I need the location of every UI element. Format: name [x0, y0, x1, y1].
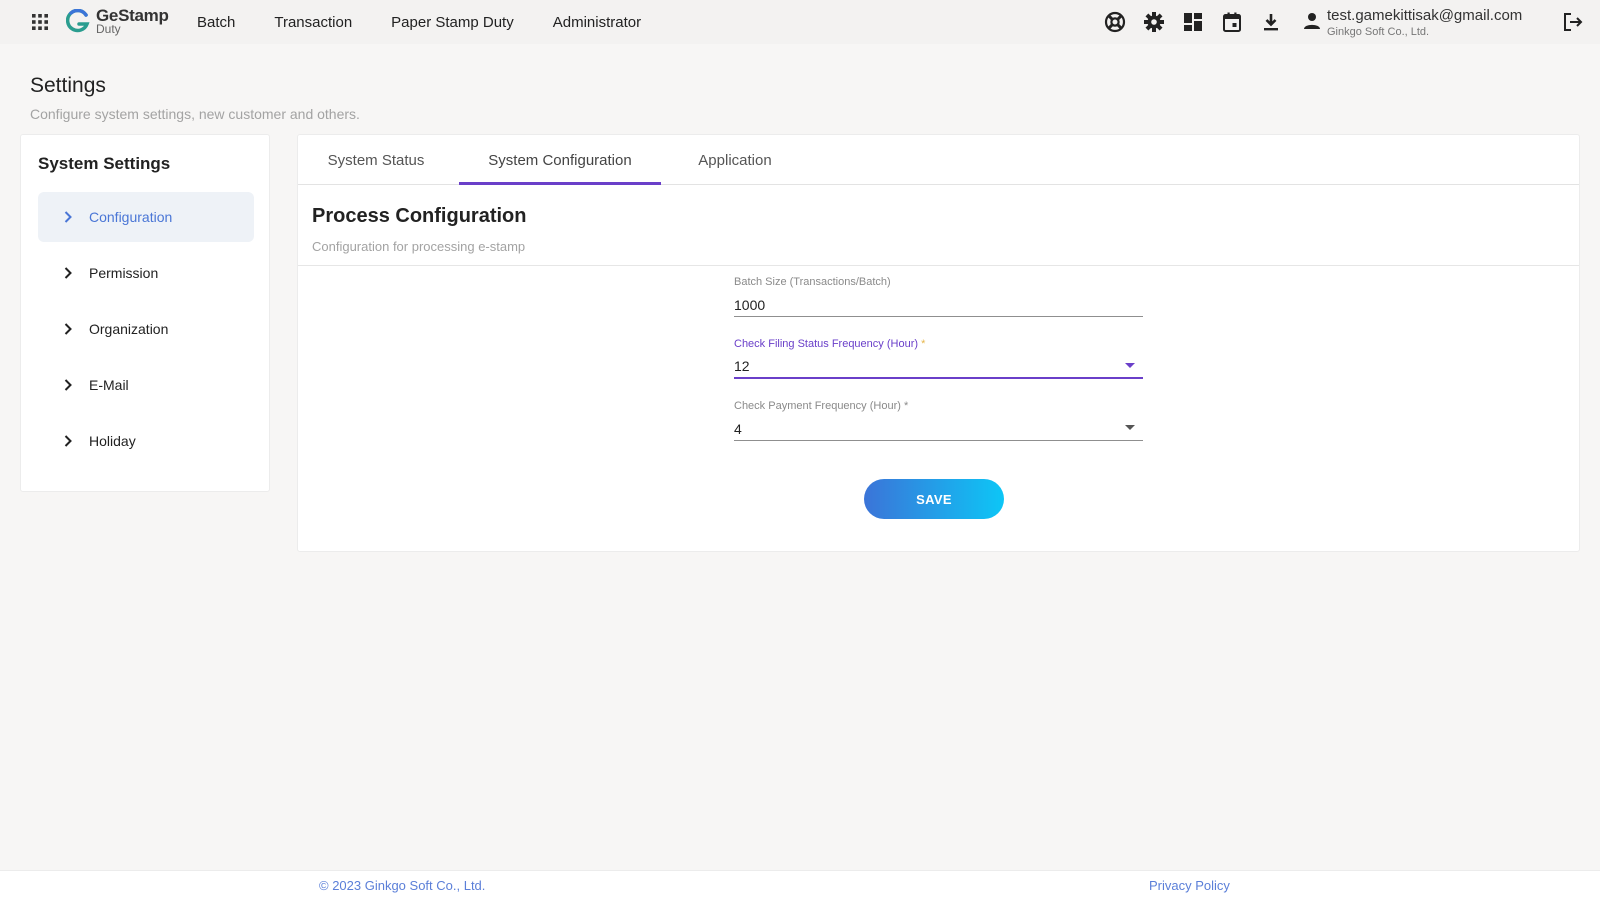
- logo-text: GeStamp Duty: [96, 7, 169, 35]
- tab-system-configuration[interactable]: System Configuration: [459, 135, 661, 185]
- sidebar-item-holiday[interactable]: Holiday: [38, 416, 254, 466]
- footer: © 2023 Ginkgo Soft Co., Ltd. Privacy Pol…: [0, 870, 1600, 900]
- batch-size-value: 1000: [734, 296, 766, 313]
- user-icon: [1304, 13, 1320, 29]
- sidebar-item-configuration[interactable]: Configuration: [38, 192, 254, 242]
- filing-frequency-value: 12: [734, 358, 750, 374]
- sidebar-item-email[interactable]: E-Mail: [38, 360, 254, 410]
- chevron-right-icon: [64, 435, 72, 447]
- required-marker: *: [921, 338, 926, 350]
- sidebar-item-label: Permission: [89, 265, 159, 281]
- batch-size-input[interactable]: 1000: [734, 293, 1143, 317]
- nav-administrator[interactable]: Administrator: [553, 14, 641, 31]
- sidebar-item-label: Holiday: [89, 433, 136, 449]
- batch-size-label: Batch Size (Transactions/Batch): [734, 276, 891, 288]
- chevron-right-icon: [64, 323, 72, 335]
- tab-bar: System Status System Configuration Appli…: [298, 135, 1579, 185]
- filing-frequency-label: Check Filing Status Frequency (Hour) *: [734, 338, 1143, 350]
- apps-grid-icon[interactable]: [31, 13, 49, 31]
- chevron-right-icon: [64, 267, 72, 279]
- payment-frequency-label-text: Check Payment Frequency (Hour): [734, 400, 901, 412]
- dropdown-arrow-icon[interactable]: [1125, 425, 1135, 430]
- user-info: test.gamekittisak@gmail.com Ginkgo Soft …: [1327, 8, 1522, 38]
- chevron-right-icon: [64, 379, 72, 391]
- required-marker: *: [903, 400, 909, 412]
- section-title: Process Configuration: [312, 205, 527, 227]
- download-icon[interactable]: [1260, 11, 1282, 33]
- filing-frequency-label-text: Check Filing Status Frequency (Hour): [734, 338, 919, 350]
- sidebar-item-label: E-Mail: [89, 377, 129, 393]
- payment-frequency-field: Check Payment Frequency (Hour) * 4: [734, 400, 1143, 441]
- payment-frequency-select[interactable]: 4: [734, 417, 1143, 441]
- tab-application[interactable]: Application: [680, 135, 790, 185]
- top-bar: GeStamp Duty Batch Transaction Paper Sta…: [0, 0, 1600, 44]
- chevron-right-icon: [64, 211, 72, 223]
- filing-frequency-select[interactable]: 12: [734, 355, 1143, 379]
- gestamp-logo-icon: [66, 9, 90, 33]
- active-tab-indicator: [459, 182, 661, 185]
- section-divider: [298, 265, 1579, 266]
- help-lifebuoy-icon[interactable]: [1104, 11, 1126, 33]
- settings-sidebar: System Settings Configuration Permission…: [20, 134, 270, 492]
- section-subtitle: Configuration for processing e-stamp: [312, 239, 526, 254]
- dashboard-icon[interactable]: [1182, 11, 1204, 33]
- toolbar-icons: [1104, 11, 1299, 33]
- batch-size-field: Batch Size (Transactions/Batch) 1000: [734, 276, 1143, 317]
- app-logo[interactable]: GeStamp Duty: [66, 7, 169, 35]
- user-menu[interactable]: test.gamekittisak@gmail.com Ginkgo Soft …: [1303, 8, 1522, 38]
- sidebar-item-permission[interactable]: Permission: [38, 248, 254, 298]
- sidebar-item-organization[interactable]: Organization: [38, 304, 254, 354]
- user-email: test.gamekittisak@gmail.com: [1327, 7, 1523, 24]
- tab-system-status[interactable]: System Status: [312, 135, 440, 185]
- payment-frequency-label: Check Payment Frequency (Hour) *: [734, 400, 1143, 412]
- sidebar-item-label: Configuration: [89, 209, 173, 225]
- page-subtitle: Configure system settings, new customer …: [30, 106, 360, 122]
- nav-batch[interactable]: Batch: [197, 14, 235, 31]
- calendar-icon[interactable]: [1221, 11, 1243, 33]
- save-button[interactable]: SAVE: [864, 479, 1004, 519]
- privacy-policy-link[interactable]: Privacy Policy: [1149, 878, 1230, 893]
- sidebar-title: System Settings: [38, 154, 171, 173]
- payment-frequency-value: 4: [734, 420, 742, 437]
- user-org: Ginkgo Soft Co., Ltd.: [1327, 26, 1430, 38]
- filing-frequency-field: Check Filing Status Frequency (Hour) * 1…: [734, 338, 1143, 379]
- page-title: Settings: [30, 74, 106, 97]
- main-panel: System Status System Configuration Appli…: [297, 134, 1580, 552]
- main-nav: Batch Transaction Paper Stamp Duty Admin…: [197, 0, 680, 44]
- nav-paper-stamp-duty[interactable]: Paper Stamp Duty: [391, 14, 514, 31]
- nav-transaction[interactable]: Transaction: [274, 14, 352, 31]
- logout-icon[interactable]: [1562, 11, 1584, 33]
- footer-copyright: © 2023 Ginkgo Soft Co., Ltd.: [319, 878, 486, 893]
- dropdown-arrow-icon[interactable]: [1125, 363, 1135, 368]
- sidebar-item-label: Organization: [89, 321, 169, 337]
- gear-icon[interactable]: [1143, 11, 1165, 33]
